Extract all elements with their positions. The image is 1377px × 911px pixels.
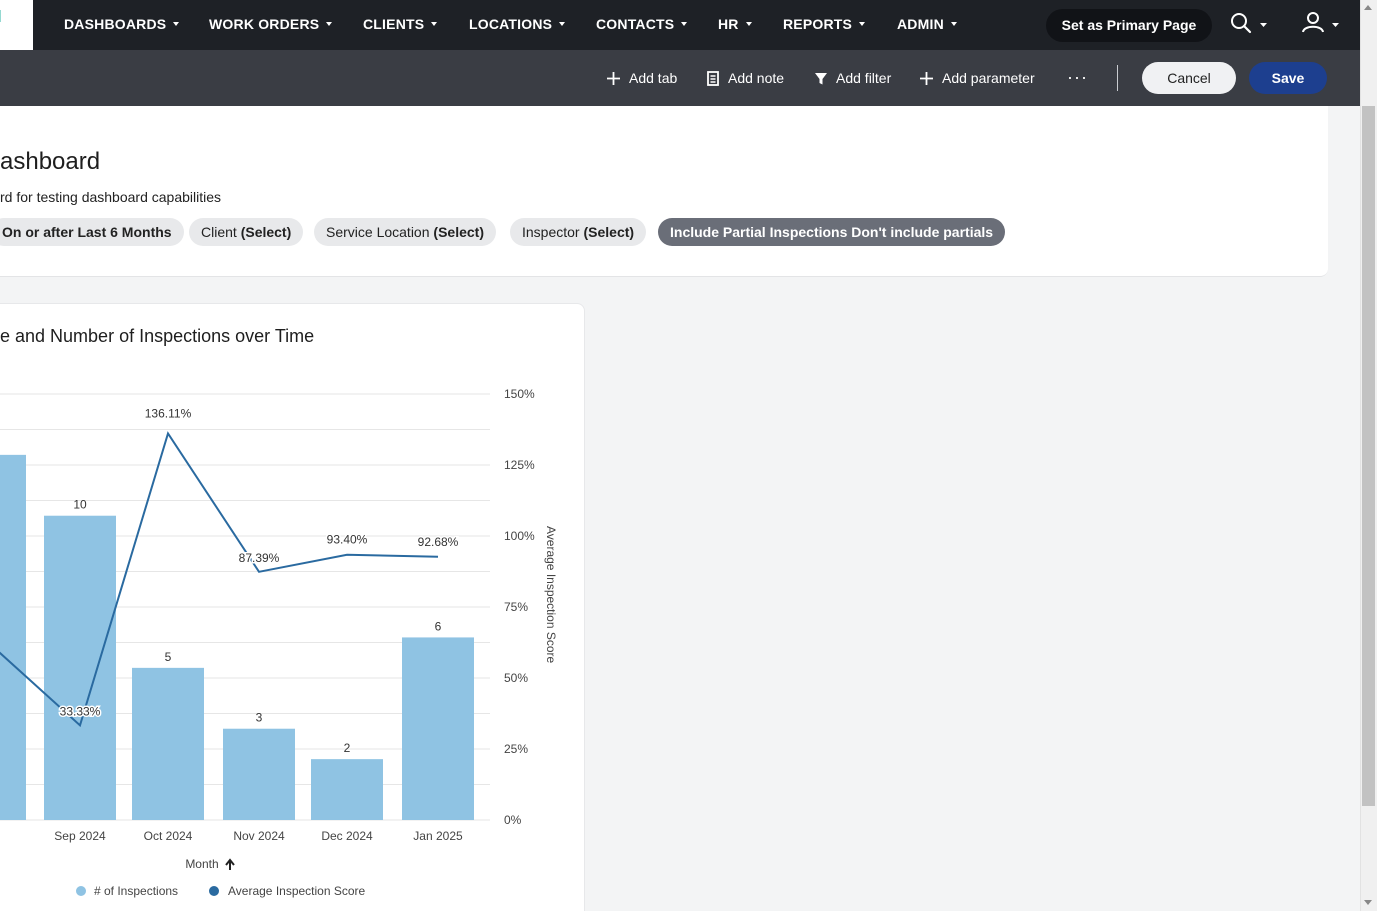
chart-title: e and Number of Inspections over Time — [0, 326, 315, 346]
plus-icon — [920, 71, 933, 85]
y-axis-label: Average Inspection Score — [544, 526, 558, 664]
x-axis-tick-label: Oct 2024 — [144, 829, 193, 843]
legend-label: # of Inspections — [94, 884, 178, 898]
add-filter-button[interactable]: Add filter — [814, 70, 891, 86]
line-data-label: 33.33% — [60, 704, 101, 718]
line-data-label: 87.39% — [239, 551, 280, 565]
filter-chip-inspector[interactable]: Inspector (Select) — [510, 218, 647, 246]
dashboard-toolbar: Add tab Add note Add filter Add paramete… — [0, 50, 1360, 106]
logo-mark: ו — [0, 5, 2, 28]
nav-work-orders[interactable]: WORK ORDERS — [209, 16, 333, 32]
y-axis-tick-label: 0% — [504, 813, 522, 827]
x-axis-label: Month — [185, 857, 218, 871]
add-tab-button[interactable]: Add tab — [606, 70, 677, 86]
plus-icon — [607, 71, 620, 85]
caret-down-icon — [326, 22, 333, 26]
scroll-up-icon[interactable] — [1364, 5, 1372, 10]
nav-contacts[interactable]: CONTACTS — [596, 16, 688, 32]
x-axis-tick-label: Sep 2024 — [54, 829, 106, 843]
filter-icon — [815, 72, 827, 84]
note-icon — [707, 70, 719, 86]
line-data-label: 93.40% — [327, 533, 368, 547]
filter-chip-client[interactable]: Client (Select) — [189, 218, 304, 246]
top-nav: ו DASHBOARDS WORK ORDERS CLIENTS LOCATIO… — [0, 0, 1360, 50]
y-axis-tick-label: 100% — [504, 529, 535, 543]
legend-marker — [76, 886, 86, 896]
filter-chip-partial-inspections[interactable]: Include Partial Inspections Don't includ… — [658, 218, 1006, 246]
bar-data-label: 2 — [344, 741, 351, 755]
toolbar-divider — [1117, 65, 1118, 91]
scroll-down-icon[interactable] — [1364, 900, 1372, 905]
bar — [132, 667, 204, 820]
nav-clients[interactable]: CLIENTS — [363, 16, 438, 32]
line-data-label: 136.11% — [145, 406, 192, 420]
caret-down-icon — [559, 22, 566, 26]
y-axis-tick-label: 125% — [504, 458, 535, 472]
x-axis-tick-label: Jan 2025 — [413, 829, 463, 843]
add-note-button[interactable]: Add note — [706, 70, 784, 86]
bar — [223, 728, 295, 820]
filter-chip-date[interactable]: On or after Last 6 Months — [0, 218, 184, 246]
bar-data-label: 3 — [256, 711, 263, 725]
more-options-icon[interactable]: ··· — [1067, 67, 1088, 88]
y-axis-tick-label: 150% — [504, 387, 535, 401]
line-data-label: 92.68% — [418, 535, 459, 549]
sort-ascending-icon[interactable] — [225, 858, 235, 870]
nav-locations[interactable]: LOCATIONS — [469, 16, 566, 32]
bar — [402, 637, 474, 820]
bar — [0, 454, 26, 820]
save-button[interactable]: Save — [1249, 62, 1327, 94]
bar-data-label: 10 — [73, 498, 87, 512]
scrollbar-thumb[interactable] — [1362, 106, 1375, 806]
bar-data-label: 5 — [165, 650, 172, 664]
user-menu[interactable] — [1301, 10, 1343, 43]
x-axis-tick-label: Dec 2024 — [321, 829, 373, 843]
dashboard-title: ashboard — [0, 148, 101, 175]
set-primary-page-button[interactable]: Set as Primary Page — [1046, 9, 1212, 42]
legend-marker — [209, 886, 219, 896]
search-icon — [1231, 13, 1267, 34]
user-icon — [1302, 12, 1339, 33]
caret-down-icon — [859, 22, 866, 26]
y-axis-tick-label: 75% — [504, 600, 528, 614]
filter-chip-service-location[interactable]: Service Location (Select) — [314, 218, 496, 246]
nav-admin[interactable]: ADMIN — [897, 16, 957, 32]
cancel-button[interactable]: Cancel — [1142, 62, 1236, 94]
combo-chart: 0% 25% 50% 75% 100% 125% 150% Average Inspectio… — [0, 387, 558, 898]
caret-down-icon — [431, 22, 438, 26]
y-axis-tick-label: 25% — [504, 742, 528, 756]
nav-hr[interactable]: HR — [718, 16, 752, 32]
bar — [311, 759, 383, 820]
caret-down-icon — [681, 22, 688, 26]
bar — [44, 515, 116, 820]
y-axis-tick-label: 50% — [504, 671, 528, 685]
caret-down-icon — [173, 22, 180, 26]
legend-label: Average Inspection Score — [228, 884, 366, 898]
search-menu[interactable] — [1229, 10, 1271, 43]
nav-dashboards[interactable]: DASHBOARDS — [64, 16, 180, 32]
x-axis-tick-label: Nov 2024 — [233, 829, 285, 843]
add-parameter-button[interactable]: Add parameter — [919, 70, 1035, 86]
caret-down-icon — [950, 22, 957, 26]
caret-down-icon — [745, 22, 752, 26]
logo[interactable]: ו — [0, 0, 33, 50]
dashboard-description: rd for testing dashboard capabilities — [0, 189, 222, 205]
bar-data-label: 6 — [435, 619, 442, 633]
nav-reports[interactable]: REPORTS — [783, 16, 866, 32]
